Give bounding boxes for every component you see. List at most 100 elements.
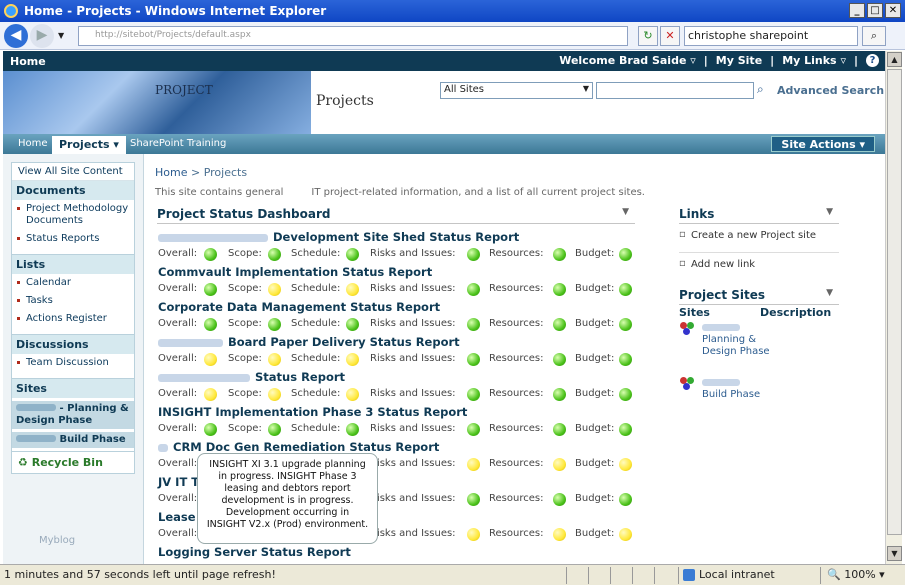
budget-status-icon[interactable] xyxy=(619,283,632,296)
ql-site-planning-design[interactable]: - Planning & Design Phase xyxy=(12,401,134,429)
overall-status-icon[interactable] xyxy=(204,318,217,331)
help-icon[interactable]: ? xyxy=(866,54,879,67)
browser-search-input[interactable]: christophe sharepoint xyxy=(684,26,858,46)
my-site-link[interactable]: My Site xyxy=(716,54,762,67)
recycle-bin-link[interactable]: ♻ Recycle Bin xyxy=(12,451,134,473)
budget-status-icon[interactable] xyxy=(619,388,632,401)
overall-status-icon[interactable] xyxy=(204,388,217,401)
resources-status-icon[interactable] xyxy=(553,248,566,261)
site-title[interactable]: Projects xyxy=(316,93,374,109)
schedule-status-icon[interactable] xyxy=(346,283,359,296)
forward-button[interactable]: ▶ xyxy=(30,24,54,48)
report-title-link[interactable]: Corporate Data Management Status Report xyxy=(158,299,638,315)
schedule-status-icon[interactable] xyxy=(346,318,359,331)
minimize-button[interactable]: _ xyxy=(849,3,865,18)
ql-heading-discussions[interactable]: Discussions xyxy=(12,334,134,354)
back-button[interactable]: ◀ xyxy=(4,24,28,48)
overall-status-icon[interactable] xyxy=(204,353,217,366)
site-actions-button[interactable]: Site Actions ▾ xyxy=(771,136,875,152)
ql-item-tasks[interactable]: Tasks xyxy=(12,292,134,310)
risks-status-icon[interactable] xyxy=(467,248,480,261)
ql-item-project-methodology[interactable]: Project Methodology Documents xyxy=(12,200,134,230)
schedule-status-icon[interactable] xyxy=(346,388,359,401)
schedule-status-icon[interactable] xyxy=(346,248,359,261)
budget-status-icon[interactable] xyxy=(619,493,632,506)
schedule-status-icon[interactable] xyxy=(346,423,359,436)
create-project-site-link[interactable]: Create a new Project site xyxy=(679,229,839,252)
budget-status-icon[interactable] xyxy=(619,458,632,471)
scope-status-icon[interactable] xyxy=(268,248,281,261)
budget-status-icon[interactable] xyxy=(619,423,632,436)
ql-item-actions-register[interactable]: Actions Register xyxy=(12,310,134,328)
site-search-input[interactable] xyxy=(596,82,754,99)
ql-item-status-reports[interactable]: Status Reports xyxy=(12,230,134,248)
add-new-link[interactable]: Add new link xyxy=(679,258,839,281)
risks-status-icon[interactable] xyxy=(467,353,480,366)
risks-status-icon[interactable] xyxy=(467,423,480,436)
risks-status-icon[interactable] xyxy=(467,458,480,471)
address-input[interactable]: http://sitebot/Projects/default.aspx xyxy=(78,26,628,46)
budget-status-icon[interactable] xyxy=(619,318,632,331)
tab-home[interactable]: Home xyxy=(11,136,55,154)
scope-status-icon[interactable] xyxy=(268,318,281,331)
webpart-menu-icon[interactable]: ▼ xyxy=(622,207,629,217)
webpart-menu-icon[interactable]: ▼ xyxy=(826,207,833,217)
overall-status-icon[interactable] xyxy=(204,423,217,436)
scope-status-icon[interactable] xyxy=(268,353,281,366)
resources-status-icon[interactable] xyxy=(553,423,566,436)
welcome-menu[interactable]: Welcome Brad Saide ▿ xyxy=(559,54,696,67)
scope-status-icon[interactable] xyxy=(268,423,281,436)
risks-status-icon[interactable] xyxy=(467,528,480,541)
resources-status-icon[interactable] xyxy=(553,318,566,331)
scope-status-icon[interactable] xyxy=(268,283,281,296)
history-dropdown-icon[interactable]: ▼ xyxy=(58,31,64,40)
report-title-link[interactable]: Commvault Implementation Status Report xyxy=(158,264,638,280)
resources-status-icon[interactable] xyxy=(553,353,566,366)
webpart-menu-icon[interactable]: ▼ xyxy=(826,288,833,298)
budget-status-icon[interactable] xyxy=(619,528,632,541)
risks-status-icon[interactable] xyxy=(467,388,480,401)
report-title-link[interactable]: Development Site Shed Status Report xyxy=(158,229,638,245)
scroll-up-icon[interactable]: ▲ xyxy=(887,52,902,67)
close-button[interactable]: ✕ xyxy=(885,3,901,18)
ql-site-build-phase[interactable]: Build Phase xyxy=(12,432,134,448)
security-zone[interactable]: Local intranet xyxy=(678,567,818,584)
tab-projects[interactable]: Projects ▾ xyxy=(52,136,126,154)
schedule-status-icon[interactable] xyxy=(346,353,359,366)
search-scope-select[interactable]: All Sites ▼ xyxy=(440,82,593,99)
page-scrollbar[interactable]: ▲ ▼ xyxy=(885,51,902,564)
top-home-link[interactable]: Home xyxy=(10,55,46,68)
ql-item-calendar[interactable]: Calendar xyxy=(12,274,134,292)
search-go-icon[interactable]: ⌕ xyxy=(757,82,764,97)
report-title-link[interactable]: Board Paper Delivery Status Report xyxy=(158,334,638,350)
resources-status-icon[interactable] xyxy=(553,458,566,471)
ql-heading-sites[interactable]: Sites xyxy=(12,378,134,398)
risks-status-icon[interactable] xyxy=(467,493,480,506)
maximize-button[interactable]: □ xyxy=(867,3,883,18)
report-title-link[interactable]: INSIGHT Implementation Phase 3 Status Re… xyxy=(158,404,638,420)
zoom-control[interactable]: 🔍 100% ▾ xyxy=(820,567,891,584)
stop-button[interactable]: ✕ xyxy=(660,26,680,46)
scroll-thumb[interactable] xyxy=(887,69,902,535)
resources-status-icon[interactable] xyxy=(553,528,566,541)
refresh-button[interactable]: ↻ xyxy=(638,26,658,46)
ql-heading-documents[interactable]: Documents xyxy=(12,181,134,200)
browser-search-icon[interactable]: ⌕ xyxy=(862,26,886,46)
scope-status-icon[interactable] xyxy=(268,388,281,401)
overall-status-icon[interactable] xyxy=(204,248,217,261)
advanced-search-link[interactable]: Advanced Search xyxy=(777,84,884,97)
risks-status-icon[interactable] xyxy=(467,283,480,296)
ql-item-team-discussion[interactable]: Team Discussion xyxy=(12,354,134,372)
my-links-menu[interactable]: My Links ▿ xyxy=(782,54,846,67)
report-title-link[interactable]: Logging Server Status Report xyxy=(158,544,638,560)
budget-status-icon[interactable] xyxy=(619,353,632,366)
breadcrumb-home[interactable]: Home xyxy=(155,166,187,179)
tab-sharepoint-training[interactable]: SharePoint Training xyxy=(123,136,233,154)
scroll-down-icon[interactable]: ▼ xyxy=(887,546,902,561)
budget-status-icon[interactable] xyxy=(619,248,632,261)
view-all-site-content-link[interactable]: View All Site Content xyxy=(12,163,134,181)
ql-heading-lists[interactable]: Lists xyxy=(12,254,134,274)
risks-status-icon[interactable] xyxy=(467,318,480,331)
resources-status-icon[interactable] xyxy=(553,388,566,401)
report-title-link[interactable]: Status Report xyxy=(158,369,638,385)
